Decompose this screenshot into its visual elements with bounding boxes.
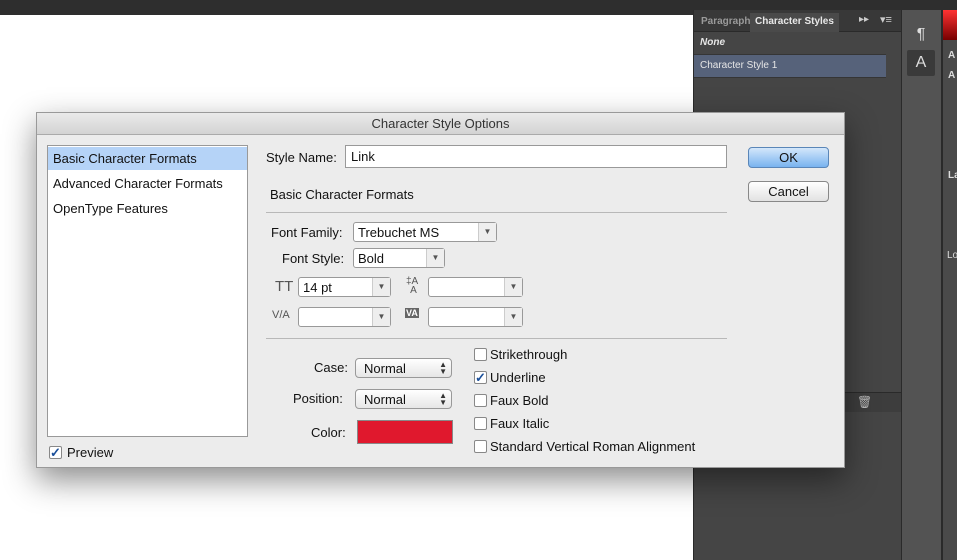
underline-label: Underline (490, 370, 546, 385)
section-list: Basic Character Formats Advanced Charact… (47, 145, 248, 437)
faux-bold-label: Faux Bold (490, 393, 549, 408)
tab-character-styles[interactable]: Character Styles (750, 13, 839, 32)
tracking-select[interactable]: ▼ (428, 307, 523, 327)
chevron-down-icon: ▼ (504, 278, 522, 296)
trash-icon[interactable]: 🗑 (857, 395, 872, 409)
dialog-title: Character Style Options (37, 113, 844, 135)
style-none[interactable]: None (694, 32, 886, 55)
strikethrough-label: Strikethrough (490, 347, 568, 362)
color-swatch[interactable] (943, 10, 957, 40)
font-family-label: Font Family: (271, 225, 343, 240)
section-opentype-features[interactable]: OpenType Features (48, 197, 247, 220)
color-label: Color: (311, 425, 346, 440)
case-value: Normal (364, 361, 406, 376)
right-label: A (948, 50, 956, 61)
panel-tab-bar: Paragraph Character Styles ▸▸ ▾≡ (694, 10, 902, 32)
section-basic-character-formats[interactable]: Basic Character Formats (48, 147, 247, 170)
style-name-input[interactable]: Link (345, 145, 727, 168)
divider (266, 212, 727, 213)
chevron-down-icon: ▼ (426, 249, 444, 267)
ok-button[interactable]: OK (748, 147, 829, 168)
chevron-down-icon: ▼ (504, 308, 522, 326)
font-family-value: Trebuchet MS (358, 225, 440, 240)
font-style-label: Font Style: (282, 251, 345, 266)
character-style-options-dialog: Character Style Options Basic Character … (36, 112, 845, 468)
panel-dock: ¶ A (901, 10, 941, 560)
cancel-button[interactable]: Cancel (748, 181, 829, 202)
vertical-roman-alignment-checkbox[interactable] (474, 440, 487, 453)
divider (266, 338, 727, 339)
section-advanced-character-formats[interactable]: Advanced Character Formats (48, 172, 247, 195)
lock-label: Lo (947, 250, 957, 261)
font-style-select[interactable]: Bold ▼ (353, 248, 445, 268)
chevron-down-icon: ▼ (372, 308, 390, 326)
updown-icon: ▲ ▼ (439, 391, 447, 407)
position-select[interactable]: Normal ▲ ▼ (355, 389, 452, 409)
faux-italic-checkbox[interactable] (474, 417, 487, 430)
character-styles-icon[interactable]: A (907, 50, 935, 76)
vertical-roman-alignment-label: Standard Vertical Roman Alignment (490, 439, 696, 454)
kerning-icon: V/A (272, 309, 290, 321)
layers-label: La (948, 170, 957, 181)
paragraph-styles-icon[interactable]: ¶ (907, 22, 935, 48)
leading-icon: ‡A A (406, 276, 419, 296)
position-value: Normal (364, 392, 406, 407)
leading-select[interactable]: ▼ (428, 277, 523, 297)
font-size-icon: TT (275, 278, 294, 295)
kerning-select[interactable]: ▼ (298, 307, 391, 327)
style-name-label: Style Name: (266, 150, 337, 165)
section-heading: Basic Character Formats (270, 187, 414, 202)
preview-checkbox[interactable]: ✓ (49, 446, 62, 459)
font-style-value: Bold (358, 251, 385, 266)
chevron-down-icon: ▼ (478, 223, 496, 241)
position-label: Position: (293, 391, 343, 406)
right-panel: A A La Lo (941, 10, 957, 560)
panel-menu-icon[interactable]: ▾≡ (880, 13, 892, 26)
chevron-down-icon: ▼ (372, 278, 390, 296)
font-family-select[interactable]: Trebuchet MS ▼ (353, 222, 497, 242)
font-size-value: 14 pt (303, 280, 332, 295)
tracking-icon: VA (405, 308, 419, 318)
updown-icon: ▲ ▼ (439, 360, 447, 376)
color-swatch[interactable] (357, 420, 453, 444)
tab-paragraph[interactable]: Paragraph (696, 13, 755, 32)
underline-checkbox[interactable]: ✓ (474, 371, 487, 384)
collapse-icon[interactable]: ▸▸ (859, 14, 869, 25)
case-select[interactable]: Normal ▲ ▼ (355, 358, 452, 378)
case-label: Case: (314, 360, 348, 375)
style-character-style-1[interactable]: Character Style 1 (694, 55, 886, 78)
faux-italic-label: Faux Italic (490, 416, 550, 431)
strikethrough-checkbox[interactable] (474, 348, 487, 361)
preview-label: Preview (67, 445, 114, 460)
right-label: A (948, 70, 956, 81)
faux-bold-checkbox[interactable] (474, 394, 487, 407)
font-size-select[interactable]: 14 pt ▼ (298, 277, 391, 297)
